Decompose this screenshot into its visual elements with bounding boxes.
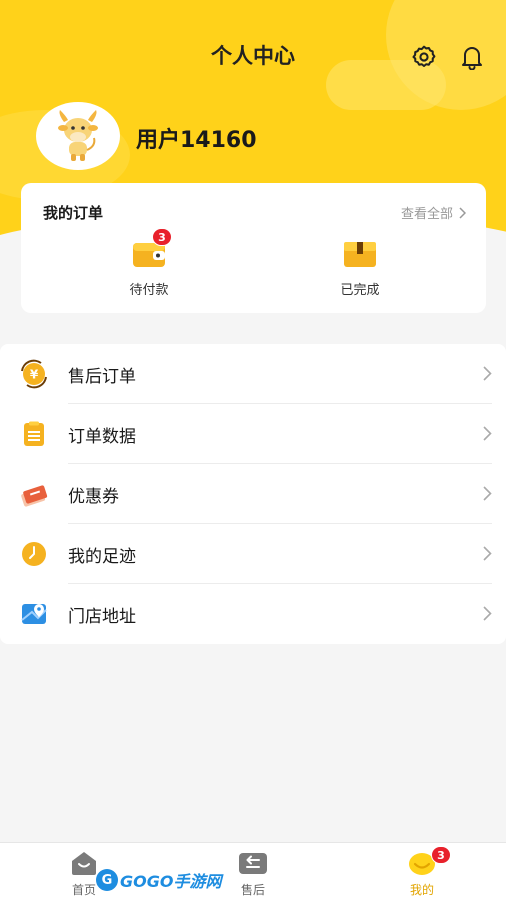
bottom-tab-bar: 首页 售后 3 我的 xyxy=(0,842,506,900)
watermark-text: GOGO手游网 xyxy=(120,872,222,891)
settings-button[interactable] xyxy=(411,44,437,70)
bell-icon xyxy=(462,47,482,70)
pending-count-badge: 3 xyxy=(152,228,172,246)
home-icon xyxy=(72,852,96,875)
notification-button[interactable] xyxy=(459,44,485,70)
return-icon xyxy=(239,853,267,874)
watermark-logo: G GOGO手游网 xyxy=(96,868,221,892)
orders-card: 我的订单 查看全部 3 待付款 已完成 xyxy=(21,183,486,313)
menu-label-after-sale-orders: 售后订单 xyxy=(68,366,136,387)
clock-icon xyxy=(22,542,46,566)
menu-label-order-data: 订单数据 xyxy=(68,426,136,447)
menu-label-coupons: 优惠券 xyxy=(68,486,119,507)
map-pin-icon xyxy=(21,604,47,624)
chevron-right-icon xyxy=(483,486,492,501)
tab-mine-label: 我的 xyxy=(409,883,434,897)
gear-icon xyxy=(412,45,436,68)
view-all-label: 查看全部 xyxy=(400,207,453,222)
order-pending-payment[interactable]: 3 待付款 xyxy=(109,228,189,303)
orders-title: 我的订单 xyxy=(43,204,104,222)
yen-refund-icon: ¥ xyxy=(21,359,47,389)
menu-item-coupons[interactable]: 优惠券 xyxy=(0,464,506,524)
watermark-icon: G xyxy=(96,869,118,891)
menu-item-after-sale-orders[interactable]: ¥ 售后订单 xyxy=(0,344,506,404)
chevron-right-icon xyxy=(483,426,492,441)
box-icon xyxy=(344,242,376,267)
username: 用户14160 xyxy=(136,128,257,153)
chevron-right-icon xyxy=(459,206,466,219)
tab-mine[interactable]: 3 我的 xyxy=(382,846,462,898)
avatar[interactable] xyxy=(36,102,120,170)
menu-item-store-address[interactable]: 门店地址 xyxy=(0,584,506,644)
tab-after-sale[interactable]: 售后 xyxy=(213,849,293,898)
order-completed-label: 已完成 xyxy=(340,283,380,298)
menu-item-order-data[interactable]: 订单数据 xyxy=(0,404,506,464)
clipboard-icon xyxy=(24,421,44,446)
order-completed[interactable]: 已完成 xyxy=(320,233,400,303)
coupon-icon xyxy=(21,485,48,507)
tab-mine-badge: 3 xyxy=(431,846,451,864)
view-all-orders-link[interactable]: 查看全部 xyxy=(401,203,466,222)
svg-text:¥: ¥ xyxy=(30,368,39,382)
chevron-right-icon xyxy=(483,606,492,621)
chevron-right-icon xyxy=(483,546,492,561)
menu-list: ¥ 售后订单 订单数据 优惠券 我的足迹 门店地址 xyxy=(0,344,506,644)
chevron-right-icon xyxy=(483,366,492,381)
tab-home-label: 首页 xyxy=(71,883,96,897)
cow-mascot-avatar xyxy=(58,110,98,161)
menu-label-footprints: 我的足迹 xyxy=(68,546,136,567)
tab-after-sale-label: 售后 xyxy=(240,883,265,897)
menu-item-footprints[interactable]: 我的足迹 xyxy=(0,524,506,584)
order-pending-label: 待付款 xyxy=(129,283,169,298)
menu-label-store-address: 门店地址 xyxy=(68,606,136,627)
